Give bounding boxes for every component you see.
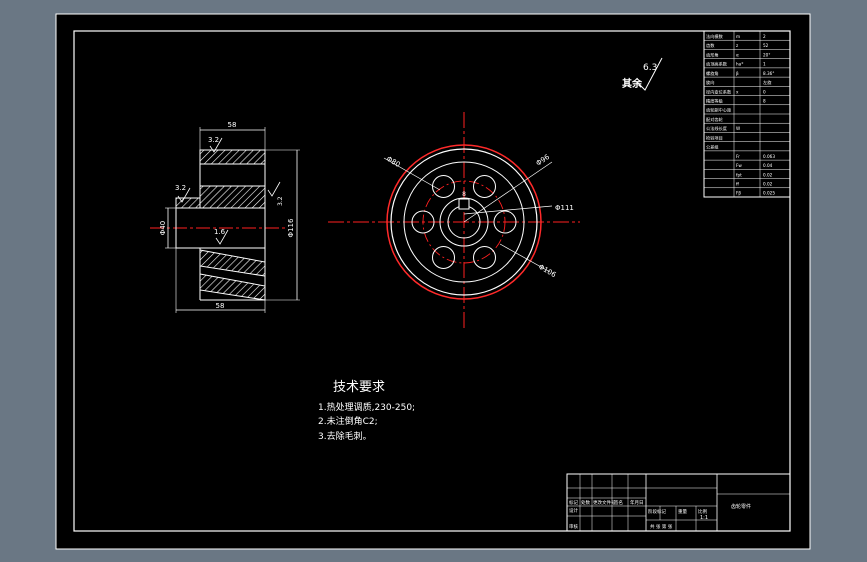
param-table-cell: 齿顶高系数 bbox=[706, 61, 728, 68]
roughness-prefix: 其余 bbox=[622, 77, 643, 90]
tb-label: 签名 bbox=[614, 499, 623, 506]
tech-req-title: 技术要求 bbox=[333, 380, 385, 395]
cad-canvas: 58 58 Φ116 Φ40 3.2 3.2 3.2 1.6 8 Φ80 Φ96… bbox=[55, 13, 811, 550]
tb-role: 设计 bbox=[569, 507, 578, 514]
param-table-cell: 螺旋角 bbox=[706, 70, 719, 77]
param-table-cell: 0.02 bbox=[763, 181, 773, 186]
tb-scale-value: 1:1 bbox=[700, 515, 708, 521]
param-table-cell: Fr bbox=[736, 154, 740, 159]
tb-label: 处数 bbox=[581, 499, 590, 506]
param-table-cell: ha* bbox=[736, 62, 743, 67]
tb-part-name: 齿轮零件 bbox=[731, 503, 751, 510]
param-table-cell: fpt bbox=[736, 172, 742, 177]
param-table-cell: 公法线长度 bbox=[706, 125, 728, 132]
tb-stage-label: 阶段标记 bbox=[648, 508, 666, 515]
tb-sheet-label: 共 张 第 张 bbox=[650, 523, 673, 530]
param-table-cell: Fw bbox=[736, 163, 742, 168]
param-table-cell: 0.025 bbox=[763, 191, 775, 196]
param-table-cell: 1 bbox=[763, 62, 766, 67]
param-table-cell: 旋向 bbox=[706, 79, 714, 86]
param-table-cell: 公差组 bbox=[706, 144, 719, 150]
param-table-cell: 左旋 bbox=[763, 79, 772, 86]
param-table-cell: ff bbox=[736, 181, 739, 186]
side-dim-top: 58 bbox=[228, 121, 237, 129]
param-table-cell: 0.063 bbox=[763, 154, 775, 159]
front-key-width: 8 bbox=[462, 191, 466, 198]
param-table-cell: 52 bbox=[763, 43, 769, 48]
hub-left-top bbox=[175, 197, 201, 209]
drawing-sheet bbox=[56, 14, 810, 549]
tb-label: 年月日 bbox=[630, 499, 644, 506]
tech-req-item: 1.热处理调质,230-250; bbox=[318, 401, 415, 413]
param-table-cell: 配对齿轮 bbox=[706, 116, 724, 123]
tb-label: 标记 bbox=[569, 499, 578, 506]
param-table-cell: 8.36° bbox=[763, 71, 774, 76]
gear-hub-top bbox=[199, 185, 266, 209]
side-roughness-top: 3.2 bbox=[208, 136, 219, 144]
keyway bbox=[458, 198, 470, 210]
param-table-cell: 8 bbox=[763, 98, 766, 103]
roughness-value: 6.3 bbox=[643, 63, 657, 73]
param-table-cell: α bbox=[736, 52, 739, 57]
param-table-cell: 检验项目 bbox=[706, 134, 723, 141]
param-table-cell: W bbox=[736, 126, 740, 131]
param-table-cell: β bbox=[736, 71, 739, 76]
param-table-cell: 齿形角 bbox=[706, 51, 719, 58]
side-dim-left: Φ40 bbox=[159, 221, 167, 235]
side-roughness-left: 3.2 bbox=[175, 184, 186, 192]
param-table-cell: 齿数 bbox=[706, 42, 715, 49]
front-dim-outer: Φ111 bbox=[555, 204, 574, 212]
param-table-cell: 2 bbox=[763, 34, 766, 39]
tb-scale-label: 比例 bbox=[698, 508, 707, 515]
param-table-cell: 法向模数 bbox=[706, 33, 724, 40]
param-table-cell: 20° bbox=[763, 52, 770, 57]
tb-role: 审核 bbox=[569, 523, 578, 530]
side-dim-bottom: 58 bbox=[216, 302, 225, 310]
param-table-cell: 0 bbox=[763, 89, 766, 94]
param-table-cell: 0.04 bbox=[763, 163, 773, 168]
param-table-cell: Fβ bbox=[736, 191, 741, 196]
param-table-cell: 精度等级 bbox=[706, 97, 724, 104]
side-roughness-bore: 1.6 bbox=[214, 228, 226, 236]
param-table-cell: 齿轮副中心距 bbox=[706, 107, 731, 114]
tb-label: 更改文件号 bbox=[593, 499, 616, 506]
tech-req-item: 2.未注倒角C2; bbox=[318, 415, 378, 427]
side-dim-right: Φ116 bbox=[287, 218, 295, 237]
param-table-cell: 径向变位系数 bbox=[706, 88, 732, 95]
param-table-cell: m bbox=[736, 34, 740, 39]
side-roughness-right: 3.2 bbox=[277, 196, 284, 206]
param-table-cell: 0.02 bbox=[763, 172, 773, 177]
tb-weight-label: 重量 bbox=[678, 508, 687, 515]
tech-req-item: 3.去除毛刺。 bbox=[318, 430, 372, 442]
gear-rim-top bbox=[199, 149, 266, 165]
